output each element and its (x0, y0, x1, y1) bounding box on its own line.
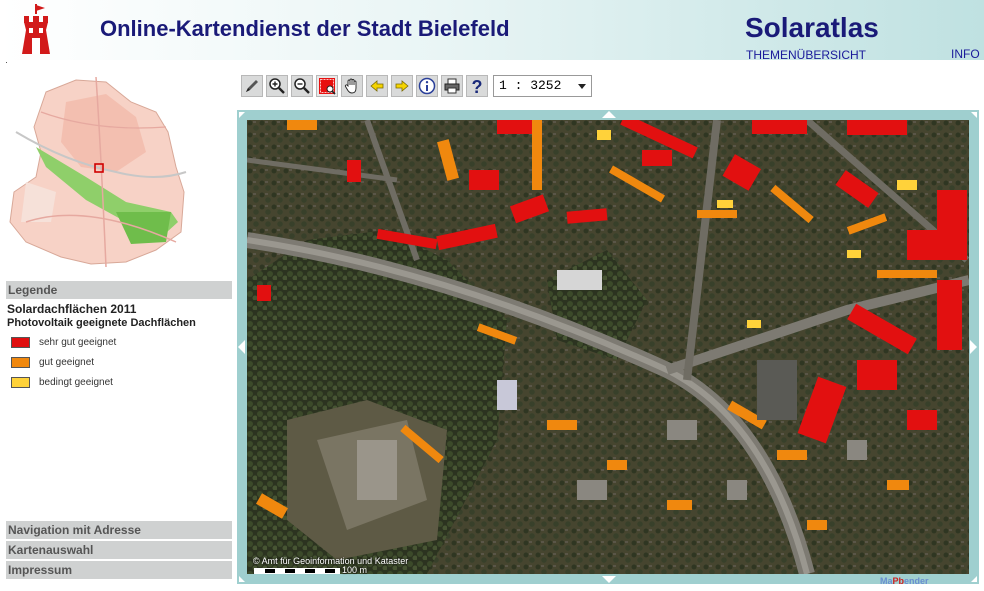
help-icon: ? (472, 77, 483, 95)
pan-southeast-arrow-icon[interactable] (971, 576, 977, 582)
themenuebersicht-link[interactable]: THEMENÜBERSICHT (746, 48, 866, 62)
kartenauswahl-panel-header[interactable]: Kartenauswahl (6, 541, 232, 559)
pan-southwest-arrow-icon[interactable] (239, 576, 245, 582)
pan-north-arrow-icon[interactable] (602, 111, 616, 118)
legend-label: gut geeignet (39, 357, 95, 368)
overview-map[interactable] (6, 72, 192, 272)
map-frame (237, 110, 979, 584)
info-icon (418, 77, 436, 95)
pen-icon (246, 80, 258, 92)
zoom-in-button[interactable] (266, 75, 288, 97)
zoom-rect-button[interactable] (316, 75, 338, 97)
scale-select[interactable]: 1 : 3252 (493, 75, 592, 97)
navigation-panel-header[interactable]: Navigation mit Adresse (6, 521, 232, 539)
legend-header[interactable]: Legende (6, 281, 232, 299)
info-link[interactable]: INFO (951, 47, 980, 61)
back-arrow-icon (370, 80, 384, 92)
legend-subtitle: Photovoltaik geeignete Dachflächen (7, 317, 196, 329)
info-button[interactable] (416, 75, 438, 97)
map-attribution: © Amt für Geoinformation und Kataster (253, 556, 409, 566)
print-icon (444, 78, 460, 94)
forward-button[interactable] (391, 75, 413, 97)
chevron-down-icon (578, 84, 586, 89)
page-title: Online-Kartendienst der Stadt Bielefeld (100, 16, 510, 41)
sparrenburg-logo (22, 4, 50, 54)
header-bar: Online-Kartendienst der Stadt Bielefeld … (0, 0, 984, 62)
legend-swatch-orange (11, 357, 30, 368)
map-viewport[interactable] (247, 120, 969, 574)
legend-swatch-yellow (11, 377, 30, 388)
mapbender-mid: Pb (892, 576, 905, 586)
pan-hand-icon (344, 78, 357, 94)
brand-title: Solaratlas (745, 12, 879, 43)
scale-value: 1 : 3252 (499, 78, 562, 93)
pan-northeast-arrow-icon[interactable] (971, 112, 977, 118)
scalebar-label: 100 m (342, 565, 368, 575)
zoom-rect-icon (319, 78, 336, 95)
legend-swatch-red (11, 337, 30, 348)
pan-east-arrow-icon[interactable] (970, 340, 977, 354)
pan-northwest-arrow-icon[interactable] (239, 112, 245, 118)
pen-button[interactable] (241, 75, 263, 97)
pan-west-arrow-icon[interactable] (238, 340, 245, 354)
legend-label: sehr gut geeignet (39, 337, 117, 348)
svg-text:?: ? (472, 77, 483, 95)
mapbender-suffix: ender (904, 576, 929, 586)
aerial-photo-map (247, 120, 969, 574)
pan-button[interactable] (341, 75, 363, 97)
map-scalebar (254, 568, 340, 574)
zoom-out-icon (294, 78, 310, 94)
zoom-out-button[interactable] (291, 75, 313, 97)
help-button[interactable]: ? (466, 75, 488, 97)
legend-label: bedingt geeignet (39, 377, 113, 388)
zoom-in-icon (269, 78, 285, 94)
forward-arrow-icon (395, 80, 409, 92)
impressum-panel-header[interactable]: Impressum (6, 561, 232, 579)
divider-dot (6, 62, 7, 63)
mapbender-logo[interactable]: MaPbender (880, 576, 929, 586)
mapbender-prefix: Ma (880, 576, 893, 586)
print-button[interactable] (441, 75, 463, 97)
legend-title: Solardachflächen 2011 (7, 302, 137, 316)
back-button[interactable] (366, 75, 388, 97)
pan-south-arrow-icon[interactable] (602, 576, 616, 583)
